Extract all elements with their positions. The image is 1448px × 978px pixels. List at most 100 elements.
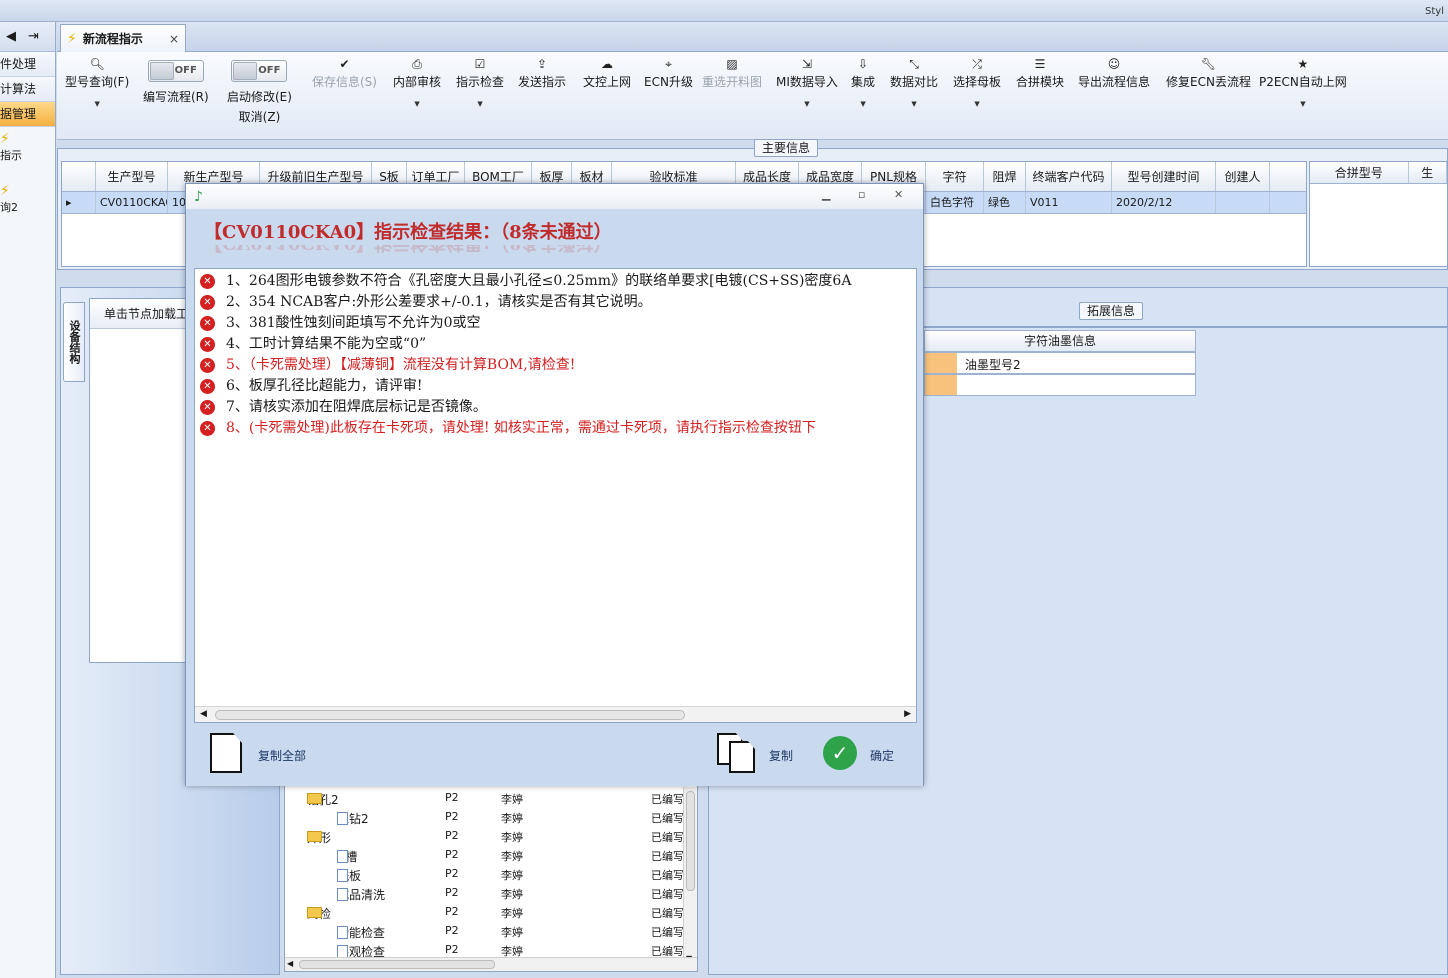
dropdown-arrow-icon[interactable]: ▼: [851, 100, 875, 108]
tab-close-icon[interactable]: ×: [169, 32, 179, 46]
cancel-button[interactable]: 取消(Z): [227, 108, 292, 125]
start-modify-toggle[interactable]: OFF: [231, 60, 288, 82]
back-arrow-icon[interactable]: ◀: [6, 29, 16, 44]
dropdown-arrow-icon[interactable]: ▼: [890, 100, 938, 108]
select-mother-button[interactable]: ⤮ 选择母板 ▼: [953, 56, 1001, 108]
tab-new-flow[interactable]: ⚡ 新流程指示 ×: [60, 24, 186, 52]
scroll-left-icon[interactable]: ◀: [287, 959, 293, 968]
check-message-text: 6、板厚孔径比超能力，请评审!: [226, 378, 423, 394]
copy-icon[interactable]: [717, 733, 757, 773]
tree-cell-person: 李婷: [501, 812, 523, 825]
tab-device-structure[interactable]: 设备结构: [63, 302, 85, 382]
copy-all-doc-icon[interactable]: [210, 733, 242, 773]
edit-flow-toggle[interactable]: OFF: [147, 60, 204, 82]
tree-cell-status: 已编写: [651, 926, 684, 939]
check-message-item[interactable]: ✕ 7、请核实添加在阻焊底层标记是否镜像。: [195, 397, 916, 418]
tree-cell-status: 已编写: [651, 907, 684, 920]
nav-item-1[interactable]: 计算法: [0, 77, 55, 102]
nav-sub-item-0[interactable]: ⚡ 指示: [0, 131, 55, 165]
document-icon: [337, 888, 348, 901]
tree-row[interactable]: 铣板 P2 李婷 已编写: [285, 865, 684, 884]
check-message-text: 1、264图形电镀参数不符合《孔密度大且最小孔径≤0.25mm》的联络单要求[电…: [226, 273, 852, 289]
dropdown-arrow-icon[interactable]: ▼: [776, 100, 838, 108]
check-message-list: ✕ 1、264图形电镀参数不符合《孔密度大且最小孔径≤0.25mm》的联络单要求[…: [194, 268, 917, 723]
tree-row[interactable]: 功能检查 P2 李婷 已编写: [285, 922, 684, 941]
internal-review-button[interactable]: ⎙ 内部审核 ▼: [393, 56, 441, 108]
main-info-title: 主要信息: [754, 139, 819, 157]
check-message-text: 7、请核实添加在阻焊底层标记是否镜像。: [226, 399, 487, 415]
check-message-item[interactable]: ✕ 1、264图形电镀参数不符合《孔密度大且最小孔径≤0.25mm》的联络单要求[…: [195, 271, 916, 292]
mi-import-button[interactable]: ⇲ MI数据导入 ▼: [776, 56, 838, 108]
check-message-item[interactable]: ✕ 2、354 NCAB客户:外形公差要求+/-0.1，请核实是否有其它说明。: [195, 292, 916, 313]
tree-horizontal-scrollbar[interactable]: ◀: [285, 957, 697, 971]
tree-row[interactable]: V槽P2李婷已编写: [285, 846, 684, 865]
document-icon: [337, 869, 348, 882]
nav-item-0[interactable]: 件处理: [0, 52, 55, 77]
instruction-check-button[interactable]: ☑ 指示检查 ▼: [456, 56, 504, 108]
dropdown-arrow-icon[interactable]: ▼: [65, 100, 129, 108]
tree-cell-status: 已编写: [651, 850, 684, 863]
message-horizontal-scrollbar[interactable]: ◀ ▶: [195, 706, 916, 722]
check-message-item[interactable]: ✕ 8、(卡死需处理)此板存在卡死项，请处理! 如核实正常，需通过卡死项，请执行指…: [195, 418, 916, 439]
scroll-left-icon[interactable]: ◀: [200, 709, 207, 719]
check-message-text: 2、354 NCAB客户:外形公差要求+/-0.1，请核实是否有其它说明。: [226, 294, 652, 310]
export-flow-button[interactable]: ☺ 导出流程信息: [1078, 56, 1150, 90]
ok-check-icon[interactable]: ✓: [823, 736, 857, 770]
check-message-item[interactable]: ✕ 4、工时计算结果不能为空或“0”: [195, 334, 916, 355]
p2ecn-upload-button[interactable]: ★ P2ECN自动上网 ▼: [1259, 56, 1347, 108]
merge-module-button[interactable]: ☰ 合拼模块: [1016, 56, 1064, 90]
maximize-icon[interactable]: ▫: [858, 188, 865, 201]
tree-row[interactable]: −外形P2李婷已编写: [285, 827, 684, 846]
app-logo-icon: ♪: [194, 189, 203, 205]
tree-cell-code: P2: [445, 867, 459, 880]
query-button[interactable]: 🔍︎ 型号查询(F) ▼: [65, 56, 129, 108]
tree-vertical-scrollbar[interactable]: ▼: [683, 787, 697, 963]
dropdown-arrow-icon[interactable]: ▼: [456, 100, 504, 108]
copy-all-button[interactable]: 复制全部: [258, 747, 306, 764]
dropdown-arrow-icon[interactable]: ▼: [393, 100, 441, 108]
data-compare-button[interactable]: ⤡ 数据对比 ▼: [890, 56, 938, 108]
minimize-icon[interactable]: ▁: [822, 188, 830, 201]
send-instruction-button[interactable]: ⇪ 发送指示: [518, 56, 566, 90]
dropdown-arrow-icon[interactable]: ▼: [1259, 100, 1347, 108]
nav-item-2[interactable]: 据管理: [0, 102, 55, 127]
pin-arrow-icon[interactable]: ⇥: [28, 29, 39, 44]
tree-row[interactable]: −终检P2李婷已编写: [285, 903, 684, 922]
compress-icon: ⤡: [909, 57, 919, 71]
tree-row[interactable]: −钻孔2P2李婷已编写: [285, 789, 684, 808]
error-x-icon: ✕: [200, 316, 215, 331]
image-icon: ▨: [726, 57, 738, 71]
tree-cell-status: 已编写: [651, 888, 684, 901]
check-result-dialog: ♪ ▁ ▫ ✕ 【CV0110CKA0】指示检查结果：（8条未通过） 【CV01…: [185, 183, 924, 786]
tree-row[interactable]: 成品清洗 P2 李婷 已编写: [285, 884, 684, 903]
search-icon: 🔍︎: [89, 57, 105, 71]
reselect-drawing-button[interactable]: ▨ 重选开料图: [702, 56, 762, 90]
save-info-button[interactable]: ✔ 保存信息(S): [312, 56, 377, 90]
scroll-right-icon[interactable]: ▶: [904, 709, 911, 719]
integrate-button[interactable]: ⇩ 集成 ▼: [851, 56, 875, 108]
tree-cell-code: P2: [445, 791, 459, 804]
check-message-text: 4、工时计算结果不能为空或“0”: [226, 336, 427, 352]
tree-cell-person: 李婷: [501, 926, 523, 939]
close-icon[interactable]: ✕: [894, 188, 903, 201]
import-icon: ⇲: [801, 57, 812, 71]
ink-row-1[interactable]: 油墨型号2: [924, 352, 1196, 374]
star-icon: ★: [1297, 57, 1309, 71]
check-message-item[interactable]: ✕ 5、（卡死需处理）【减薄铜】流程没有计算BOM,请检查!: [195, 355, 916, 376]
ecn-upgrade-button[interactable]: ⌖ ECN升级: [644, 56, 693, 90]
copy-button[interactable]: 复制: [769, 747, 793, 764]
error-x-icon: ✕: [200, 379, 215, 394]
check-message-item[interactable]: ✕ 6、板厚孔径比超能力，请评审!: [195, 376, 916, 397]
ok-button[interactable]: 确定: [870, 747, 894, 764]
ink-row-2[interactable]: [924, 374, 1196, 396]
nav-arrows: ◀ ⇥: [0, 22, 55, 52]
fix-ecn-button[interactable]: 🔧︎ 修复ECN丢流程: [1166, 56, 1251, 90]
dropdown-arrow-icon[interactable]: ▼: [953, 100, 1001, 108]
row-indicator-icon: ▸: [62, 192, 96, 213]
scroll-thumb[interactable]: [215, 710, 685, 720]
tree-row[interactable]: 二钻2 P2 李婷 已编写: [285, 808, 684, 827]
tree-cell-code: P2: [445, 943, 459, 956]
doc-upload-button[interactable]: ☁ 文控上网: [583, 56, 631, 90]
check-message-item[interactable]: ✕ 3、381酸性蚀刻间距填写不允许为0或空: [195, 313, 916, 334]
nav-sub-item-1[interactable]: ⚡ 询2: [0, 183, 55, 217]
